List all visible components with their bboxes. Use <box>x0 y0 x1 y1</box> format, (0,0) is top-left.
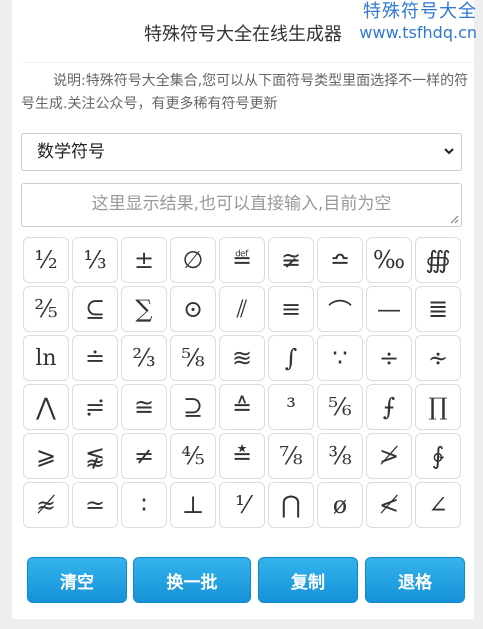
symbol-key[interactable]: ln <box>23 335 69 381</box>
symbol-key[interactable]: ⊥ <box>170 482 216 528</box>
symbol-key[interactable]: ⊙ <box>170 286 216 332</box>
symbol-key[interactable]: ⫽ <box>219 286 265 332</box>
symbol-key[interactable]: ± <box>121 237 167 283</box>
symbol-key[interactable]: ³ <box>268 384 314 430</box>
symbol-key[interactable]: ≐ <box>72 335 118 381</box>
symbol-key[interactable]: ⊆ <box>72 286 118 332</box>
symbol-key[interactable]: ∲ <box>415 433 461 479</box>
symbol-key[interactable]: ⅔ <box>121 335 167 381</box>
copy-button[interactable]: 复制 <box>258 557 358 603</box>
symbol-key[interactable]: ≣ <box>415 286 461 332</box>
symbol-key[interactable]: ⪉ <box>72 433 118 479</box>
category-select-value: 数学符号 <box>37 142 105 162</box>
watermark-title: 特殊符号大全 <box>363 1 477 22</box>
symbol-key[interactable]: ø <box>317 482 363 528</box>
symbol-key[interactable]: ½ <box>23 237 69 283</box>
symbol-key[interactable]: ∑ <box>121 286 167 332</box>
resize-grip-icon[interactable] <box>450 215 459 224</box>
action-bar: 清空 换一批 复制 退格 <box>27 557 467 603</box>
symbol-key[interactable]: ⅚ <box>317 384 363 430</box>
symbol-key[interactable]: ⅜ <box>317 433 363 479</box>
backspace-button[interactable]: 退格 <box>365 557 465 603</box>
symbol-key[interactable]: ≆ <box>268 237 314 283</box>
symbol-key[interactable]: ∰ <box>415 237 461 283</box>
symbol-key[interactable]: ⋂ <box>268 482 314 528</box>
title-divider <box>22 62 474 63</box>
symbol-key[interactable]: ⅘ <box>170 433 216 479</box>
symbol-key[interactable]: ⋀ <box>23 384 69 430</box>
chevron-down-icon <box>443 134 455 184</box>
symbol-key[interactable]: ≏ <box>317 237 363 283</box>
watermark-url: www.tsfhdq.cn <box>359 22 477 42</box>
symbol-key[interactable]: ⅟ <box>219 482 265 528</box>
symbol-key[interactable]: ∻ <box>415 335 461 381</box>
symbol-key[interactable]: ≮ <box>366 482 412 528</box>
symbol-key[interactable]: ⅝ <box>170 335 216 381</box>
clear-button[interactable]: 清空 <box>27 557 127 603</box>
symbol-key[interactable]: ≠ <box>121 433 167 479</box>
symbol-key[interactable]: ∶ <box>121 482 167 528</box>
symbol-key[interactable]: ∵ <box>317 335 363 381</box>
symbol-key[interactable]: ⊇ <box>170 384 216 430</box>
symbol-key[interactable]: ⅖ <box>23 286 69 332</box>
result-textarea[interactable]: 这里显示结果,也可以直接输入,目前为空 <box>21 183 462 227</box>
symbol-key[interactable]: ≃ <box>72 482 118 528</box>
generator-panel: 特殊符号大全在线生成器 说明:特殊符号大全集合,您可以从下面符号类型里面选择不一… <box>12 0 474 619</box>
symbol-key[interactable]: ⨍ <box>366 384 412 430</box>
symbol-key[interactable]: ≙ <box>219 384 265 430</box>
symbol-key[interactable]: ≛ <box>219 433 265 479</box>
symbol-key[interactable]: ≝ <box>219 237 265 283</box>
symbol-key[interactable]: ≡ <box>268 286 314 332</box>
symbol-key[interactable]: ∏ <box>415 384 461 430</box>
symbol-key[interactable]: ⅞ <box>268 433 314 479</box>
symbol-key[interactable]: ≉ <box>23 482 69 528</box>
symbol-key[interactable]: ≯ <box>366 433 412 479</box>
symbol-key[interactable]: ∫ <box>268 335 314 381</box>
category-select[interactable]: 数学符号 <box>21 133 462 171</box>
symbol-key[interactable]: ≓ <box>72 384 118 430</box>
result-placeholder: 这里显示结果,也可以直接输入,目前为空 <box>91 194 392 214</box>
symbol-grid: ½ ⅓ ± ∅ ≝ ≆ ≏ ‰ ∰ ⅖ ⊆ ∑ ⊙ ⫽ ≡ ⌒ — ≣ ln ≐ ⅔ ⅝ ≋ ∫ ∵ ÷ ∻ ⋀ ≓ ≅ ⊇ ≙ ³ ⅚ ⨍ ∏ ⩾ ⪉ ≠… <box>23 237 463 528</box>
description-text: 说明:特殊符号大全集合,您可以从下面符号类型里面选择不一样的符号生成.关注公众号… <box>21 73 469 112</box>
symbol-key[interactable]: ⌒ <box>317 286 363 332</box>
next-batch-button[interactable]: 换一批 <box>133 557 251 603</box>
symbol-key[interactable]: ∅ <box>170 237 216 283</box>
symbol-key[interactable]: ≋ <box>219 335 265 381</box>
symbol-key[interactable]: ÷ <box>366 335 412 381</box>
symbol-key[interactable]: ≅ <box>121 384 167 430</box>
symbol-key[interactable]: — <box>366 286 412 332</box>
symbol-key[interactable]: ‰ <box>366 237 412 283</box>
symbol-key[interactable]: ⩾ <box>23 433 69 479</box>
symbol-key[interactable]: ⅓ <box>72 237 118 283</box>
symbol-key[interactable]: ∠ <box>415 482 461 528</box>
site-watermark: 特殊符号大全 www.tsfhdq.cn <box>359 1 477 42</box>
